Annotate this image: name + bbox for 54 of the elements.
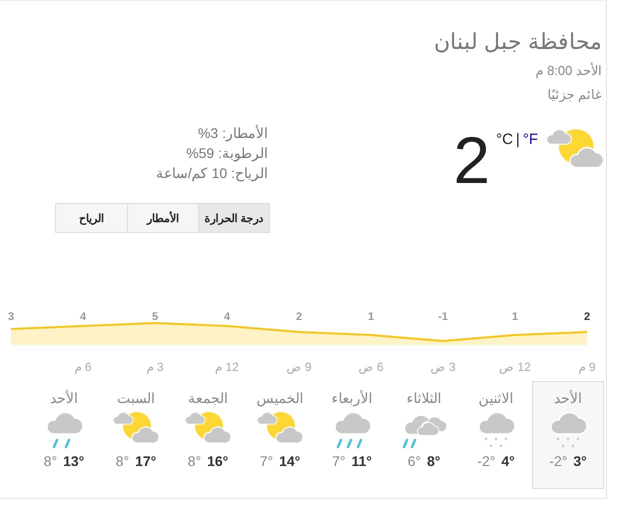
value-label: 3 [8,311,14,323]
low-temperature: 7° [332,453,346,469]
value-label: 2 [584,311,590,323]
day-name: الأحد [50,389,78,407]
time-label: 9 م [578,360,596,374]
time-label: 9 ص [286,360,312,374]
high-temperature: 4° [501,453,515,469]
current-temperature: 2 [453,127,490,193]
day-name: السبت [117,389,155,407]
time-label: 12 م [215,360,239,374]
value-label: 5 [152,311,158,323]
high-temperature: 17° [135,453,156,469]
high-temperature: 11° [352,453,372,469]
day-name: الثلاثاء [406,389,442,407]
time-label: 3 م [146,360,164,374]
high-temperature: 13° [63,453,84,469]
unit-separator: | [516,131,520,148]
day-name: الجمعة [188,389,228,407]
high-temperature: 14° [279,453,300,469]
unit-link[interactable]: °F [522,131,538,148]
time-label: 12 ص [499,360,531,374]
time-label: 3 ص [430,360,456,374]
value-label: 4 [224,311,230,323]
value-label: 1 [368,311,374,323]
high-temperature: 16° [207,453,228,469]
day-name: الاثنين [478,389,514,407]
low-temperature: 8° [116,453,130,469]
location-title: محافظة جبل لبنان [434,29,602,55]
weather-detail: الأمطار: 3% [198,124,268,143]
day-name: الأربعاء [332,389,372,407]
value-label: -1 [438,311,448,323]
chart-tab[interactable]: الرياح [56,204,127,232]
chart-tab[interactable]: درجة الحرارة [198,204,269,232]
high-temperature: 3° [573,453,587,469]
low-temperature: -2° [477,453,496,469]
low-temperature: 6° [408,453,421,469]
value-label: 4 [80,311,86,323]
value-label: 2 [296,311,302,323]
time-label: 6 م [74,360,92,374]
weather-detail: الرياح: 10 كم/ساعة [156,164,268,183]
time-label: 6 ص [358,360,384,374]
condition-text: غائم جزئيًا [547,87,602,103]
day-name: الخميس [256,389,304,407]
date-time: الأحد 8:00 م [535,63,602,79]
low-temperature: 8° [44,453,58,469]
unit-link[interactable]: °C [496,131,513,148]
value-label: 1 [512,311,518,323]
low-temperature: 8° [188,453,202,469]
low-temperature: 7° [260,453,274,469]
low-temperature: -2° [549,453,568,469]
chart-tab[interactable]: الأمطار [127,204,198,232]
day-name: الأحد [554,389,582,407]
high-temperature: 8° [427,453,440,469]
weather-detail: الرطوبة: 59% [186,144,268,163]
